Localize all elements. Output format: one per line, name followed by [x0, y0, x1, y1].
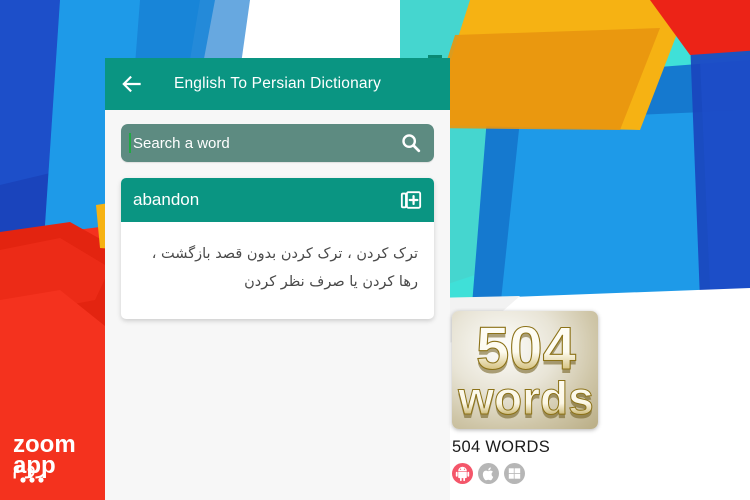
result-card-body: ترک کردن ، ترک کردن بدون قصد بازگشت ، ره…: [121, 222, 434, 319]
result-card[interactable]: abandon ترک کردن ، ترک کردن بدون قصد باز…: [121, 178, 434, 319]
app-listing[interactable]: 504 504 words words 504 WORDS: [452, 311, 652, 484]
search-field[interactable]: [121, 124, 434, 162]
android-icon[interactable]: [452, 463, 473, 484]
brand-band: zoom app زوم اپ: [0, 232, 105, 500]
result-word: abandon: [133, 190, 200, 209]
result-card-header: abandon: [121, 178, 434, 222]
word-meaning: ترک کردن ، ترک کردن بدون قصد بازگشت ، ره…: [151, 246, 418, 291]
app-listing-name: 504 WORDS: [452, 438, 551, 456]
platform-badges: [452, 463, 652, 484]
apple-icon[interactable]: [478, 463, 499, 484]
logo-text-persian: زوم اپ: [11, 454, 47, 479]
app-body: abandon ترک کردن ، ترک کردن بدون قصد باز…: [105, 110, 450, 319]
page-title: English To Persian Dictionary: [173, 75, 382, 92]
screenshot-stage: zoom app زوم اپ English To Persian Dicti…: [0, 0, 750, 500]
zoomapp-logo: zoom app زوم اپ: [0, 426, 95, 484]
search-input[interactable]: [121, 134, 400, 152]
windows-icon[interactable]: [504, 463, 525, 484]
library-add-icon[interactable]: [400, 189, 422, 211]
app-header: English To Persian Dictionary: [105, 58, 450, 110]
arrow-back-icon[interactable]: [119, 71, 145, 97]
search-icon[interactable]: [400, 132, 422, 154]
app-screen: English To Persian Dictionary abandon: [105, 58, 450, 500]
app-icon-504-words[interactable]: 504 504 words words: [452, 311, 598, 429]
icon-word-words: words: [457, 372, 593, 424]
text-caret: [129, 133, 131, 153]
